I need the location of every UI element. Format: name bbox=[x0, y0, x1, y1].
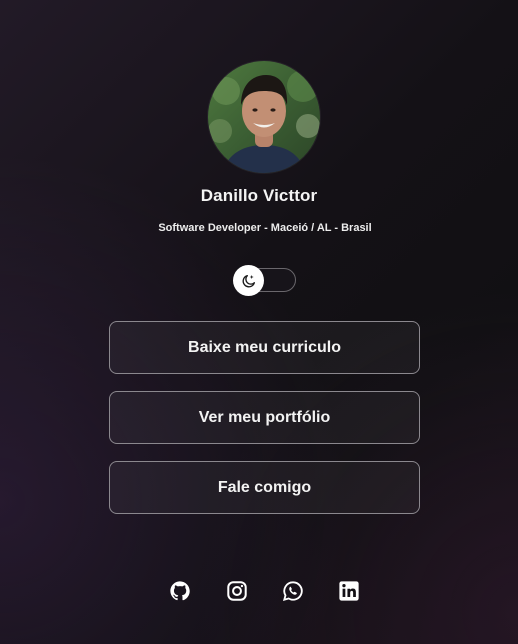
avatar-photo bbox=[208, 61, 320, 173]
contact-me-button[interactable]: Fale comigo bbox=[109, 461, 420, 514]
github-link[interactable] bbox=[169, 580, 191, 602]
theme-toggle-knob[interactable] bbox=[233, 265, 264, 296]
profile-card: Danillo Victtor Software Developer - Mac… bbox=[0, 0, 518, 644]
whatsapp-icon bbox=[282, 581, 303, 602]
linkedin-icon bbox=[339, 581, 359, 601]
instagram-link[interactable] bbox=[226, 580, 248, 602]
instagram-icon bbox=[227, 581, 247, 601]
avatar bbox=[208, 61, 320, 173]
profile-subtitle: Software Developer - Maceió / AL - Brasi… bbox=[158, 222, 372, 234]
linkedin-link[interactable] bbox=[338, 580, 360, 602]
view-portfolio-button[interactable]: Ver meu portfólio bbox=[109, 391, 420, 444]
whatsapp-link[interactable] bbox=[282, 580, 304, 602]
github-icon bbox=[170, 581, 190, 601]
profile-name: Danillo Victtor bbox=[200, 186, 318, 205]
download-resume-button[interactable]: Baixe meu curriculo bbox=[109, 321, 420, 374]
moon-icon bbox=[242, 274, 255, 287]
